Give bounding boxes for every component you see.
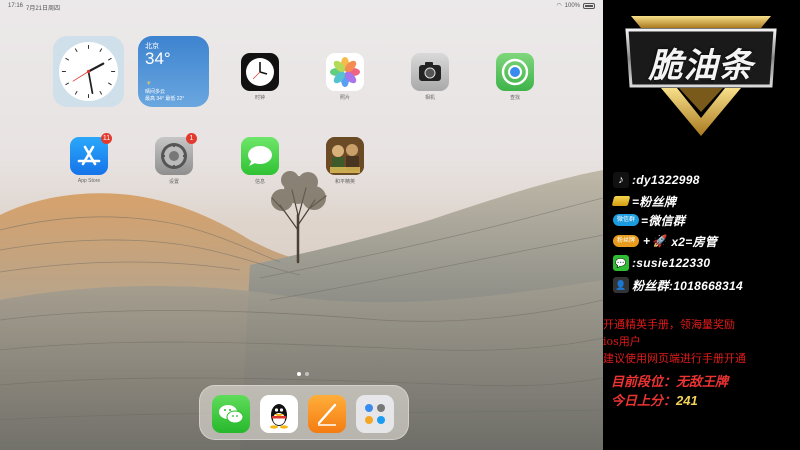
- wechat-icon: 💬: [613, 255, 629, 271]
- douyin-row: ♪ :dy1322998: [613, 172, 700, 188]
- battery-icon: [583, 2, 595, 9]
- camera-app[interactable]: [411, 53, 449, 91]
- fan-badge-row: =粉丝牌: [611, 193, 677, 209]
- fan-group-text: 粉丝群:1018668314: [632, 278, 743, 293]
- folder-icon: [365, 404, 385, 424]
- wechat-group-row: 微信群 =微信群: [613, 212, 685, 228]
- gift-text: x2=房管: [671, 234, 718, 249]
- today-label: 今日上分：: [611, 393, 677, 408]
- stream-overlay: 脆油条 ♪ :dy1322998 =粉丝牌 微信群 =微信群 粉丝牌 + 🚀 x…: [603, 0, 800, 450]
- game-app-label: 和平精英: [334, 179, 355, 185]
- douyin-id: :dy1322998: [632, 173, 700, 187]
- notice-line-2: ios用户: [603, 335, 641, 348]
- clock-app-label: 时钟: [254, 95, 265, 101]
- weather-condition: 晴间多云: [145, 89, 166, 95]
- wechat-group-pill: 微信群: [613, 214, 640, 226]
- messages-app[interactable]: [241, 137, 279, 175]
- dock: [199, 385, 409, 440]
- logo: 脆油条: [621, 8, 781, 140]
- wechat-id: :susie122330: [632, 256, 711, 270]
- notice-line-1: 开通精英手册，领海量奖励: [603, 318, 735, 331]
- ipad-screen: 17:16 7月21日周四 ◠ 100% 北京 34° ☀ 晴间多云 最高 34…: [0, 0, 603, 450]
- findmy-app-label: 查找: [509, 95, 520, 101]
- today-value: 241: [676, 393, 698, 408]
- plus-sign: +: [643, 234, 651, 248]
- wechat-group-text: =微信群: [641, 213, 686, 228]
- findmy-app[interactable]: [496, 53, 534, 91]
- clock-widget[interactable]: [53, 36, 124, 107]
- photos-app-label: 照片: [339, 95, 350, 101]
- weather-range: 最高 34° 最低 22°: [145, 96, 185, 102]
- partly-cloudy-icon: ☀: [146, 81, 152, 87]
- camera-app-label: 相机: [424, 95, 435, 101]
- rocket-icon: 🚀: [652, 234, 668, 248]
- qq-app[interactable]: [260, 395, 298, 433]
- appstore-app[interactable]: 11: [70, 133, 112, 175]
- folder-app[interactable]: [356, 395, 394, 433]
- rank-row: 目前段位：无敌王牌: [611, 371, 728, 390]
- pages-app[interactable]: [308, 395, 346, 433]
- status-time: 17:16: [8, 3, 24, 9]
- wechat-id-row: 💬 :susie122330: [613, 255, 710, 271]
- page-dot-active: [297, 372, 301, 376]
- today-row: 今日上分：241: [611, 390, 698, 409]
- qq-icon: [270, 404, 288, 429]
- status-indicators: ◠ 100%: [556, 2, 595, 9]
- fan-avatar-icon: 👤: [613, 277, 629, 293]
- messages-icon: [248, 146, 272, 166]
- notice-line-3: 建议使用网页端进行手册开通: [603, 352, 746, 365]
- photos-icon: [330, 57, 360, 87]
- game-icon: [326, 137, 364, 175]
- logo-text: 脆油条: [648, 46, 754, 86]
- appstore-badge: 11: [101, 133, 112, 144]
- gold-badge-icon: [611, 196, 631, 206]
- rank-value: 无敌王牌: [676, 374, 729, 389]
- camera-icon: [419, 62, 441, 81]
- settings-badge: 1: [186, 133, 197, 144]
- weather-temp: 34°: [145, 49, 171, 68]
- fan-group-row: 👤 粉丝群:1018668314: [613, 277, 743, 293]
- douyin-icon: ♪: [613, 172, 629, 188]
- battery-percent: 100%: [564, 2, 580, 9]
- status-bar: 17:16 7月21日周四 ◠ 100%: [0, 0, 603, 12]
- fan-badge-text: =粉丝牌: [632, 194, 677, 209]
- settings-app[interactable]: 1: [155, 133, 197, 175]
- settings-app-label: 设置: [168, 179, 179, 185]
- messages-app-label: 信息: [254, 179, 265, 185]
- gift-row: 粉丝牌 + 🚀 x2=房管: [613, 233, 717, 249]
- fans-pill: 粉丝牌: [613, 235, 640, 247]
- photos-app[interactable]: [326, 53, 364, 91]
- wifi-icon: ◠: [556, 3, 562, 9]
- status-date: 7月21日周四: [26, 6, 61, 12]
- appstore-app-label: App Store: [77, 178, 101, 184]
- pages-icon: [317, 403, 337, 426]
- wechat-app[interactable]: [212, 395, 250, 433]
- page-dot: [305, 372, 309, 376]
- game-app[interactable]: [326, 137, 364, 175]
- wechat-icon: [219, 405, 244, 424]
- page-indicator[interactable]: [297, 372, 309, 376]
- clock-app[interactable]: [241, 53, 279, 91]
- weather-widget[interactable]: 北京 34° ☀ 晴间多云 最高 34° 最低 22°: [138, 36, 209, 107]
- rank-label: 目前段位：: [611, 374, 677, 389]
- findmy-icon: [501, 58, 529, 86]
- analog-clock-icon: [59, 42, 118, 101]
- clock-icon: [246, 58, 274, 86]
